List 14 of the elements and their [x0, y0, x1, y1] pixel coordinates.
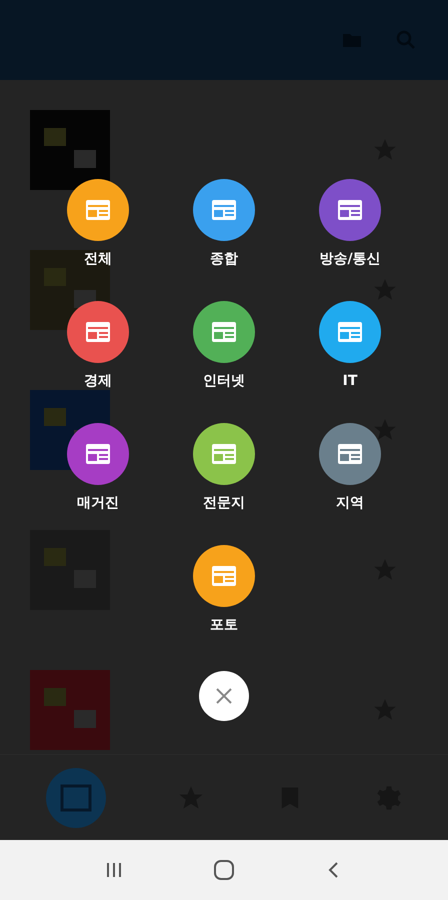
- home-icon[interactable]: [212, 859, 235, 881]
- category-button[interactable]: 경제: [35, 301, 161, 391]
- category-button[interactable]: 매거진: [35, 423, 161, 513]
- category-button[interactable]: 종합: [161, 179, 287, 269]
- category-button[interactable]: IT: [287, 301, 413, 391]
- category-button[interactable]: 인터넷: [161, 301, 287, 391]
- category-button[interactable]: 포토: [161, 545, 287, 635]
- newspaper-icon[interactable]: [46, 768, 106, 828]
- category-button[interactable]: 전체: [35, 179, 161, 269]
- category-button[interactable]: 지역: [287, 423, 413, 513]
- close-icon: [214, 686, 234, 706]
- category-button[interactable]: 방송/통신: [287, 179, 413, 269]
- category-button[interactable]: 전문지: [161, 423, 287, 513]
- close-button[interactable]: [199, 671, 249, 721]
